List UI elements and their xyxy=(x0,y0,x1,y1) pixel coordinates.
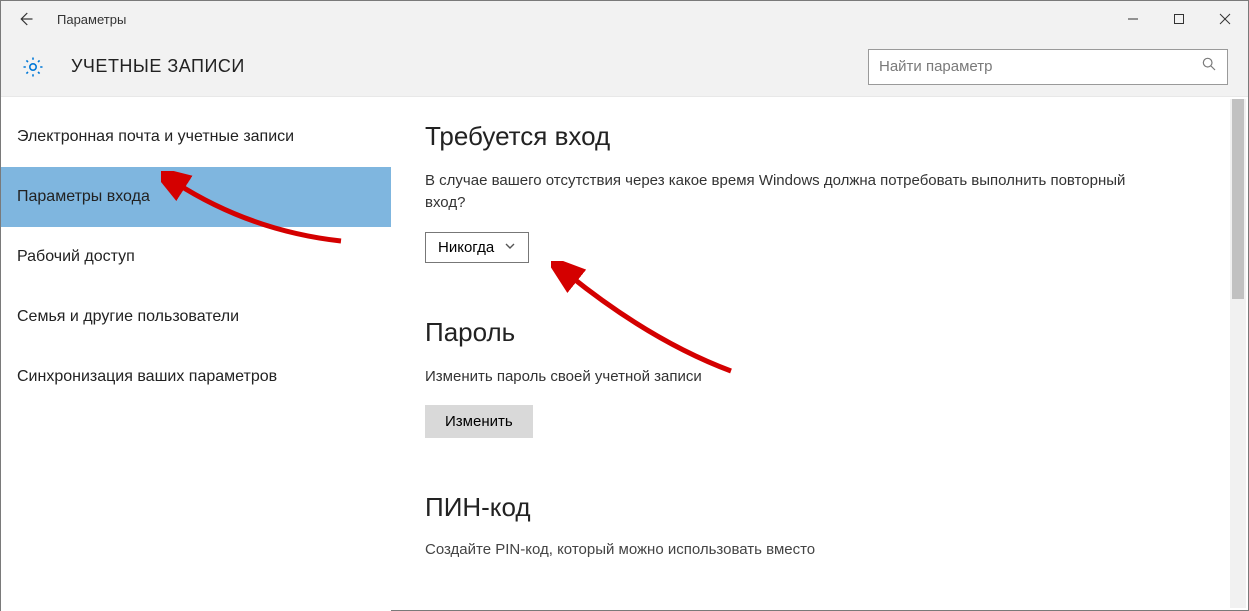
section-heading-signin-required: Требуется вход xyxy=(425,121,1220,152)
sidebar-item-label: Электронная почта и учетные записи xyxy=(17,128,294,146)
back-button[interactable] xyxy=(9,3,41,35)
password-description: Изменить пароль своей учетной записи xyxy=(425,366,1165,388)
signin-timeout-dropdown[interactable]: Никогда xyxy=(425,232,529,263)
search-box[interactable] xyxy=(868,49,1228,85)
window-controls xyxy=(1110,1,1248,37)
titlebar: Параметры xyxy=(1,1,1248,37)
sidebar-item-email-accounts[interactable]: Электронная почта и учетные записи xyxy=(1,107,391,167)
sidebar: Электронная почта и учетные записи Парам… xyxy=(1,97,391,611)
arrow-left-icon xyxy=(16,10,34,28)
button-label: Изменить xyxy=(445,413,513,430)
sidebar-item-label: Семья и другие пользователи xyxy=(17,308,239,326)
section-heading-password: Пароль xyxy=(425,317,1220,348)
sidebar-item-label: Параметры входа xyxy=(17,188,150,206)
sidebar-item-sync-settings[interactable]: Синхронизация ваших параметров xyxy=(1,347,391,407)
maximize-icon xyxy=(1173,13,1185,25)
sidebar-item-signin-options[interactable]: Параметры входа xyxy=(1,167,391,227)
sidebar-item-label: Синхронизация ваших параметров xyxy=(17,368,277,386)
sidebar-item-work-access[interactable]: Рабочий доступ xyxy=(1,227,391,287)
signin-required-description: В случае вашего отсутствия через какое в… xyxy=(425,170,1165,214)
scrollbar-thumb[interactable] xyxy=(1232,99,1244,299)
vertical-scrollbar[interactable] xyxy=(1230,99,1246,608)
change-password-button[interactable]: Изменить xyxy=(425,405,533,438)
close-button[interactable] xyxy=(1202,1,1248,37)
close-icon xyxy=(1219,13,1231,25)
header: УЧЕТНЫЕ ЗАПИСИ xyxy=(1,37,1248,97)
maximize-button[interactable] xyxy=(1156,1,1202,37)
dropdown-value: Никогда xyxy=(438,239,494,256)
settings-window: Параметры УЧЕТНЫЕ ЗАПИСИ xyxy=(0,0,1249,611)
page-heading: УЧЕТНЫЕ ЗАПИСИ xyxy=(71,56,245,77)
search-icon xyxy=(1201,56,1217,77)
chevron-down-icon xyxy=(504,239,516,256)
window-title: Параметры xyxy=(57,12,126,27)
section-heading-pin: ПИН-код xyxy=(425,492,1220,523)
body: Электронная почта и учетные записи Парам… xyxy=(1,97,1248,611)
titlebar-left: Параметры xyxy=(9,3,126,35)
header-left: УЧЕТНЫЕ ЗАПИСИ xyxy=(21,55,245,79)
pin-description-truncated: Создайте PIN-код, который можно использо… xyxy=(425,541,1220,558)
minimize-icon xyxy=(1127,13,1139,25)
content-area: Требуется вход В случае вашего отсутстви… xyxy=(391,97,1248,611)
search-input[interactable] xyxy=(879,58,1201,75)
minimize-button[interactable] xyxy=(1110,1,1156,37)
sidebar-item-label: Рабочий доступ xyxy=(17,248,135,266)
gear-icon xyxy=(21,55,45,79)
sidebar-item-family-users[interactable]: Семья и другие пользователи xyxy=(1,287,391,347)
